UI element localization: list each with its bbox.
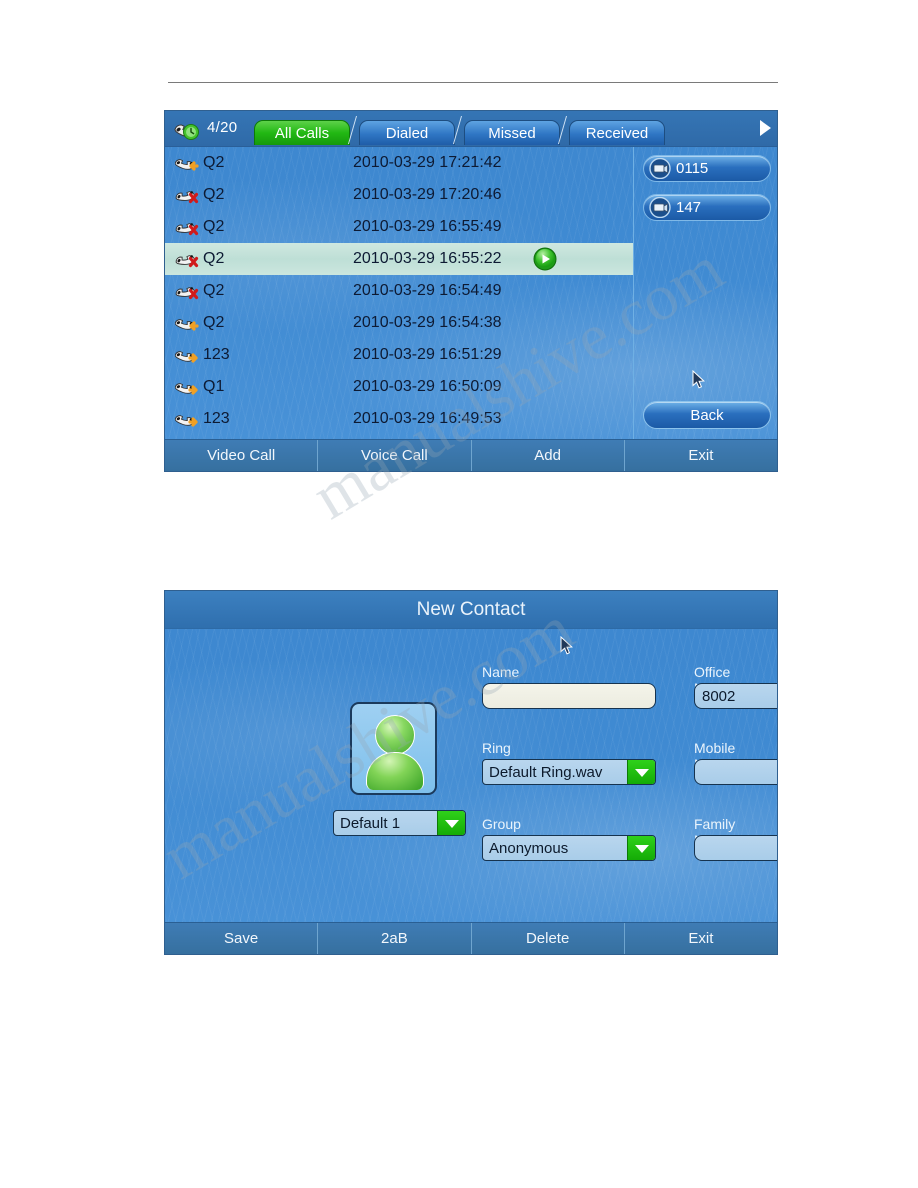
call-log-row-time: 2010-03-29 16:54:38 — [353, 314, 502, 331]
call-log-row-name: Q2 — [203, 218, 225, 235]
call-log-row-name: 123 — [203, 410, 230, 427]
new-contact-screen: New Contact Default 1 Name Ring Default … — [164, 590, 778, 955]
call-log-row[interactable]: 123 2010-03-29 16:49:53 — [165, 403, 633, 435]
avatar-body — [365, 752, 424, 790]
call-log-side-panel: 0115 147 Back — [635, 147, 777, 439]
chevron-down-icon[interactable] — [627, 760, 655, 784]
new-contact-softkey-save[interactable]: Save — [165, 923, 319, 954]
side-button-0115[interactable]: 0115 — [643, 155, 771, 182]
call-log-screen: 4/20 All Calls Dialed Missed Received Q2… — [164, 110, 778, 472]
group-label: Group — [482, 816, 521, 832]
new-contact-softkey-2ab[interactable]: 2aB — [318, 923, 472, 954]
call-log-row-time: 2010-03-29 17:20:46 — [353, 186, 502, 203]
call-log-row[interactable]: Q2 2010-03-29 16:55:22 — [165, 243, 633, 275]
handset-clock-icon — [173, 116, 201, 142]
mobile-number-input[interactable] — [694, 759, 777, 785]
tab-missed[interactable]: Missed — [464, 120, 560, 145]
call-log-softkey-exit[interactable]: Exit — [625, 440, 777, 471]
call-log-row[interactable]: Q2 2010-03-29 17:21:42 — [165, 147, 633, 179]
office-number-input[interactable]: 8002 — [694, 683, 777, 709]
tab-separator — [347, 114, 359, 145]
call-log-row-name: 123 — [203, 346, 230, 363]
call-log-row[interactable]: Q2 2010-03-29 16:54:49 — [165, 275, 633, 307]
call-log-row-time: 2010-03-29 16:50:09 — [353, 378, 502, 395]
call-log-row-name: Q2 — [203, 282, 225, 299]
videophone-icon — [649, 157, 671, 180]
incoming-call-icon — [174, 313, 199, 333]
group-select-value: Anonymous — [489, 840, 569, 857]
missed-call-icon — [175, 249, 199, 269]
call-log-counter: 4/20 — [207, 119, 238, 136]
chevron-down-icon[interactable] — [437, 811, 465, 835]
call-log-softkey-bar: Video Call Voice Call Add Exit — [165, 439, 777, 471]
call-log-row[interactable]: Q2 2010-03-29 17:20:46 — [165, 179, 633, 211]
account-select[interactable]: Default 1 — [333, 810, 466, 836]
tab-dialed[interactable]: Dialed — [359, 120, 455, 145]
call-log-row-time: 2010-03-29 16:54:49 — [353, 282, 502, 299]
tab-received[interactable]: Received — [569, 120, 665, 145]
name-label: Name — [482, 664, 520, 680]
tab-separator — [452, 114, 464, 145]
call-log-row[interactable]: Q1 2010-03-29 16:50:09 — [165, 371, 633, 403]
call-log-softkey-video-call[interactable]: Video Call — [165, 440, 319, 471]
side-button-label: 0115 — [676, 160, 709, 177]
play-right-icon[interactable] — [760, 120, 771, 136]
new-contact-softkey-delete[interactable]: Delete — [472, 923, 625, 954]
call-log-row[interactable]: 123 2010-03-29 16:51:29 — [165, 339, 633, 371]
ring-select[interactable]: Default Ring.wav — [482, 759, 656, 785]
call-log-softkey-voice-call[interactable]: Voice Call — [318, 440, 472, 471]
outgoing-call-icon — [174, 377, 199, 397]
ring-select-value: Default Ring.wav — [489, 764, 603, 781]
call-log-row-name: Q2 — [203, 186, 225, 203]
family-number-input[interactable] — [694, 835, 777, 861]
call-log-row[interactable]: Q2 2010-03-29 16:55:49 — [165, 211, 633, 243]
group-select[interactable]: Anonymous — [482, 835, 656, 861]
tab-separator — [557, 114, 569, 145]
outgoing-call-icon — [174, 345, 199, 365]
avatar-head — [374, 715, 415, 755]
new-contact-title: New Contact — [165, 591, 777, 629]
call-log-row-time: 2010-03-29 17:21:42 — [353, 154, 502, 171]
side-button-147[interactable]: 147 — [643, 194, 771, 221]
ring-label: Ring — [482, 740, 511, 756]
name-input[interactable] — [482, 683, 656, 709]
call-log-row-name: Q1 — [203, 378, 225, 395]
user-avatar-icon[interactable] — [350, 702, 437, 795]
call-log-row-name: Q2 — [203, 154, 225, 171]
chevron-down-icon[interactable] — [627, 836, 655, 860]
new-contact-softkey-bar: Save 2aB Delete Exit — [165, 922, 777, 954]
missed-call-icon — [175, 217, 199, 237]
call-log-row-time: 2010-03-29 16:49:53 — [353, 410, 502, 427]
call-log-row-name: Q2 — [203, 314, 225, 331]
outgoing-call-icon — [174, 409, 199, 429]
tab-all-calls[interactable]: All Calls — [254, 120, 350, 145]
account-select-value: Default 1 — [340, 815, 401, 832]
side-button-label: 147 — [676, 199, 702, 216]
play-circle-icon[interactable] — [533, 247, 557, 271]
call-log-row-time: 2010-03-29 16:55:22 — [353, 250, 502, 267]
call-log-softkey-add[interactable]: Add — [472, 440, 625, 471]
back-button[interactable]: Back — [643, 401, 771, 429]
missed-call-icon — [175, 185, 199, 205]
call-log-row-time: 2010-03-29 16:51:29 — [353, 346, 502, 363]
call-log-row-name: Q2 — [203, 250, 225, 267]
call-log-row-time: 2010-03-29 16:55:49 — [353, 218, 502, 235]
page-horizontal-rule — [168, 82, 778, 83]
call-log-top-bar: 4/20 All Calls Dialed Missed Received — [165, 111, 777, 147]
incoming-call-icon — [174, 153, 199, 173]
call-log-list[interactable]: Q2 2010-03-29 17:21:42 Q2 2010-03-29 17:20:… — [165, 147, 634, 439]
call-log-tab-bar: All Calls Dialed Missed Received — [254, 114, 665, 147]
call-log-row[interactable]: Q2 2010-03-29 16:54:38 — [165, 307, 633, 339]
videophone-icon — [649, 196, 671, 219]
new-contact-softkey-exit[interactable]: Exit — [625, 923, 777, 954]
missed-call-icon — [175, 281, 199, 301]
